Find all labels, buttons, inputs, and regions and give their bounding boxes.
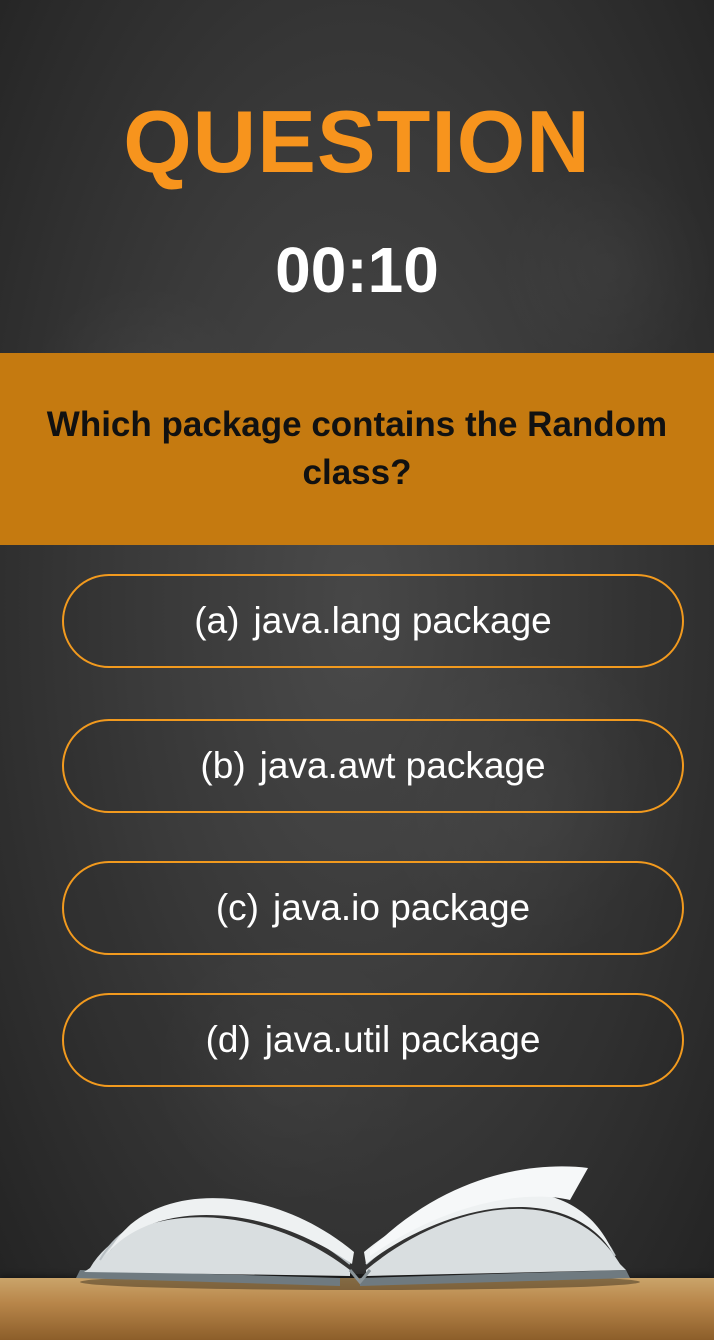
screen-title: QUESTION [123,92,591,191]
open-book-icon [76,1166,640,1290]
chalkboard-background [0,0,714,1340]
countdown-timer: 00:10 [275,234,439,306]
answer-option-b[interactable]: (b) java.awt package [62,719,684,813]
option-letter: (b) [200,745,246,786]
option-text: java.lang package [253,600,552,641]
option-text: java.util package [264,1019,541,1060]
question-banner: Which package contains the Random class? [0,353,714,545]
option-letter: (d) [205,1019,251,1060]
answer-option-d[interactable]: (d) java.util package [62,993,684,1087]
option-letter: (a) [194,600,240,641]
option-letter: (c) [215,887,260,928]
answer-option-a[interactable]: (a) java.lang package [62,574,684,668]
option-text: java.io package [273,887,531,928]
question-text: Which package contains the Random class? [46,405,668,492]
option-text: java.awt package [259,745,546,786]
answer-option-c[interactable]: (c) java.io package [62,861,684,955]
